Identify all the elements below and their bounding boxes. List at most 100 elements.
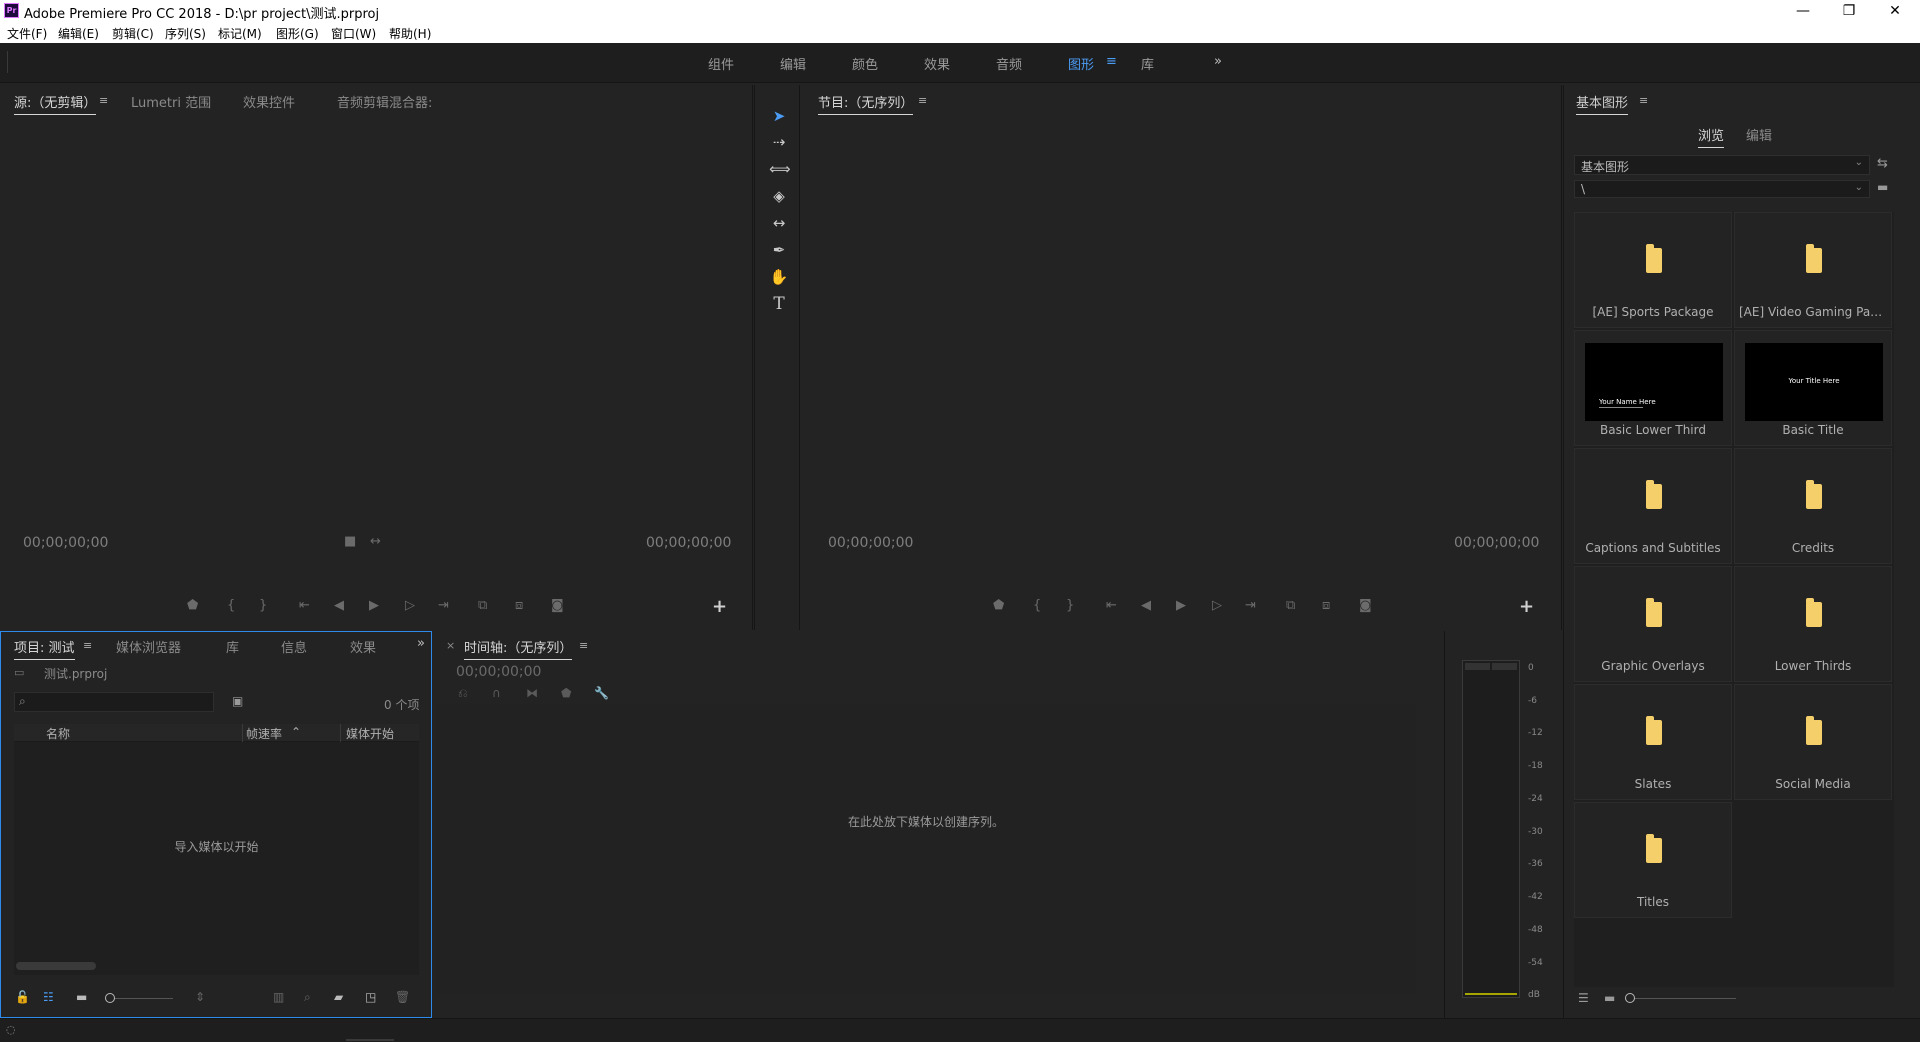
new-bin-icon[interactable]: ▰ <box>334 990 343 1004</box>
column-divider[interactable] <box>340 724 341 742</box>
tab-project[interactable]: 项目: 测试 <box>14 637 75 660</box>
go-to-in-icon[interactable]: ⇤ <box>1106 598 1117 613</box>
graphics-item-folder[interactable]: [AE] Video Gaming Packa... <box>1734 212 1892 328</box>
go-to-in-icon[interactable]: ⇤ <box>299 598 310 613</box>
unlock-icon[interactable]: 🔓 <box>15 990 30 1004</box>
workspace-assembly[interactable]: 组件 <box>708 54 734 73</box>
column-name[interactable]: 名称 <box>46 725 70 742</box>
graphics-item-folder[interactable]: Graphic Overlays <box>1574 566 1732 682</box>
insert-icon[interactable]: ⧉ <box>478 598 487 613</box>
mark-in-icon[interactable]: { <box>1033 598 1041 613</box>
horizontal-scrollbar[interactable] <box>16 962 96 970</box>
menu-window[interactable]: 窗口(W) <box>331 25 376 42</box>
minimize-button[interactable]: — <box>1780 0 1826 22</box>
panel-menu-icon[interactable]: ≡ <box>83 639 92 652</box>
sort-ascending-icon[interactable]: ⌃ <box>291 725 301 739</box>
menu-graphics[interactable]: 图形(G) <box>276 25 319 42</box>
wrench-icon[interactable]: 🔧 <box>594 686 609 700</box>
track-select-tool-icon[interactable]: ⇢ <box>769 133 789 151</box>
mark-out-icon[interactable]: } <box>259 598 267 613</box>
workspace-graphics[interactable]: 图形 <box>1068 54 1094 73</box>
find-icon[interactable]: ⌕ <box>304 990 311 1005</box>
menu-clip[interactable]: 剪辑(C) <box>112 25 154 42</box>
menu-edit[interactable]: 编辑(E) <box>58 25 99 42</box>
graphics-item-folder[interactable]: Credits <box>1734 448 1892 564</box>
snap-icon[interactable]: ∩ <box>492 686 501 700</box>
tab-libraries[interactable]: 库 <box>226 637 239 656</box>
list-view-icon[interactable]: ☷ <box>43 990 54 1004</box>
go-to-out-icon[interactable]: ⇥ <box>1245 598 1256 613</box>
graphics-item-folder[interactable]: [AE] Sports Package <box>1574 212 1732 328</box>
graphics-item-folder[interactable]: Social Media <box>1734 684 1892 800</box>
restore-button[interactable]: ❐ <box>1826 0 1872 22</box>
sort-icon[interactable]: ⇕ <box>195 990 205 1004</box>
go-to-out-icon[interactable]: ⇥ <box>438 598 449 613</box>
graphics-folder-dropdown[interactable]: \ ⌄ <box>1574 180 1870 198</box>
step-back-icon[interactable]: ◀ <box>334 598 344 613</box>
graphics-item-folder[interactable]: Lower Thirds <box>1734 566 1892 682</box>
workspace-menu-icon[interactable]: ≡ <box>1106 54 1117 69</box>
workspace-editing[interactable]: 编辑 <box>780 54 806 73</box>
menu-file[interactable]: 文件(F) <box>7 25 47 42</box>
step-forward-icon[interactable]: ▷ <box>1212 598 1222 613</box>
workspace-more-button[interactable]: » <box>1214 54 1222 69</box>
add-marker-icon[interactable]: ⬟ <box>993 598 1004 613</box>
step-forward-icon[interactable]: ▷ <box>405 598 415 613</box>
add-marker-icon[interactable]: ⬟ <box>561 686 571 700</box>
tab-browse[interactable]: 浏览 <box>1698 125 1725 148</box>
type-tool-icon[interactable]: T <box>769 295 789 313</box>
resolution-icon[interactable]: ↔ <box>370 534 381 549</box>
pen-tool-icon[interactable]: ✒ <box>769 241 789 259</box>
selection-tool-icon[interactable]: ➤ <box>769 107 789 125</box>
graphics-item-folder[interactable]: Titles <box>1574 802 1732 918</box>
manage-folders-icon[interactable]: ⇆ <box>1877 156 1888 171</box>
hand-tool-icon[interactable]: ✋ <box>769 268 789 286</box>
close-button[interactable]: ✕ <box>1872 0 1918 22</box>
razor-tool-icon[interactable]: ◈ <box>769 187 789 205</box>
folder-icon[interactable]: ▬ <box>1877 180 1888 194</box>
graphics-source-dropdown[interactable]: 基本图形 ⌄ <box>1574 155 1870 175</box>
tab-timeline[interactable]: 时间轴:（无序列） <box>464 637 573 660</box>
graphics-item-folder[interactable]: Captions and Subtitles <box>1574 448 1732 564</box>
find-icon[interactable]: ▣ <box>232 694 243 708</box>
list-view-icon[interactable]: ☰ <box>1578 991 1589 1005</box>
panel-menu-icon[interactable]: ≡ <box>579 639 588 652</box>
play-icon[interactable]: ▶ <box>1176 598 1186 613</box>
column-frame-rate[interactable]: 帧速率 <box>246 725 282 742</box>
trash-icon[interactable]: 🗑 <box>395 990 410 1004</box>
workspace-color[interactable]: 颜色 <box>852 54 878 73</box>
linked-selection-icon[interactable]: ⧓ <box>526 686 538 700</box>
automate-to-sequence-icon[interactable]: ▥ <box>273 990 284 1004</box>
zoom-fit-icon[interactable]: ■ <box>344 534 356 549</box>
mark-out-icon[interactable]: } <box>1066 598 1074 613</box>
lift-icon[interactable]: ⧉ <box>1286 598 1295 613</box>
workspace-audio[interactable]: 音频 <box>996 54 1022 73</box>
slip-tool-icon[interactable]: ↔ <box>769 214 789 232</box>
icon-view-icon[interactable]: ▬ <box>1604 991 1615 1005</box>
panel-menu-icon[interactable]: ≡ <box>1639 94 1648 107</box>
tab-program[interactable]: 节目:（无序列） <box>818 92 914 115</box>
timeline-drop-area[interactable]: 在此处放下媒体以创建序列。 <box>436 704 1416 994</box>
overwrite-icon[interactable]: ⧈ <box>515 598 523 613</box>
tab-media-browser[interactable]: 媒体浏览器 <box>116 637 181 656</box>
graphics-item-template[interactable]: Your Name Here Basic Lower Third <box>1574 330 1732 446</box>
button-editor-plus-icon[interactable]: + <box>1519 596 1534 617</box>
tab-effects[interactable]: 效果 <box>350 637 376 656</box>
tab-source[interactable]: 源:（无剪辑） <box>14 92 97 115</box>
mark-in-icon[interactable]: { <box>227 598 235 613</box>
export-frame-icon[interactable]: ◙ <box>1359 598 1372 613</box>
menu-help[interactable]: 帮助(H) <box>389 25 431 42</box>
menu-sequence[interactable]: 序列(S) <box>165 25 206 42</box>
resize-handle[interactable] <box>346 1039 394 1041</box>
slider-handle[interactable] <box>1625 993 1635 1003</box>
zoom-slider[interactable] <box>109 998 173 999</box>
close-tab-button[interactable]: × <box>446 639 455 652</box>
add-marker-icon[interactable]: ⬟ <box>187 598 198 613</box>
tab-effect-controls[interactable]: 效果控件 <box>243 92 295 111</box>
menu-marker[interactable]: 标记(M) <box>218 25 262 42</box>
workspace-libraries[interactable]: 库 <box>1141 54 1154 73</box>
extract-icon[interactable]: ⧈ <box>1322 598 1330 613</box>
source-timecode-current[interactable]: 00;00;00;00 <box>23 535 108 551</box>
ripple-edit-tool-icon[interactable]: ⟺ <box>769 160 791 178</box>
graphics-item-template[interactable]: Your Title Here Basic Title <box>1734 330 1892 446</box>
